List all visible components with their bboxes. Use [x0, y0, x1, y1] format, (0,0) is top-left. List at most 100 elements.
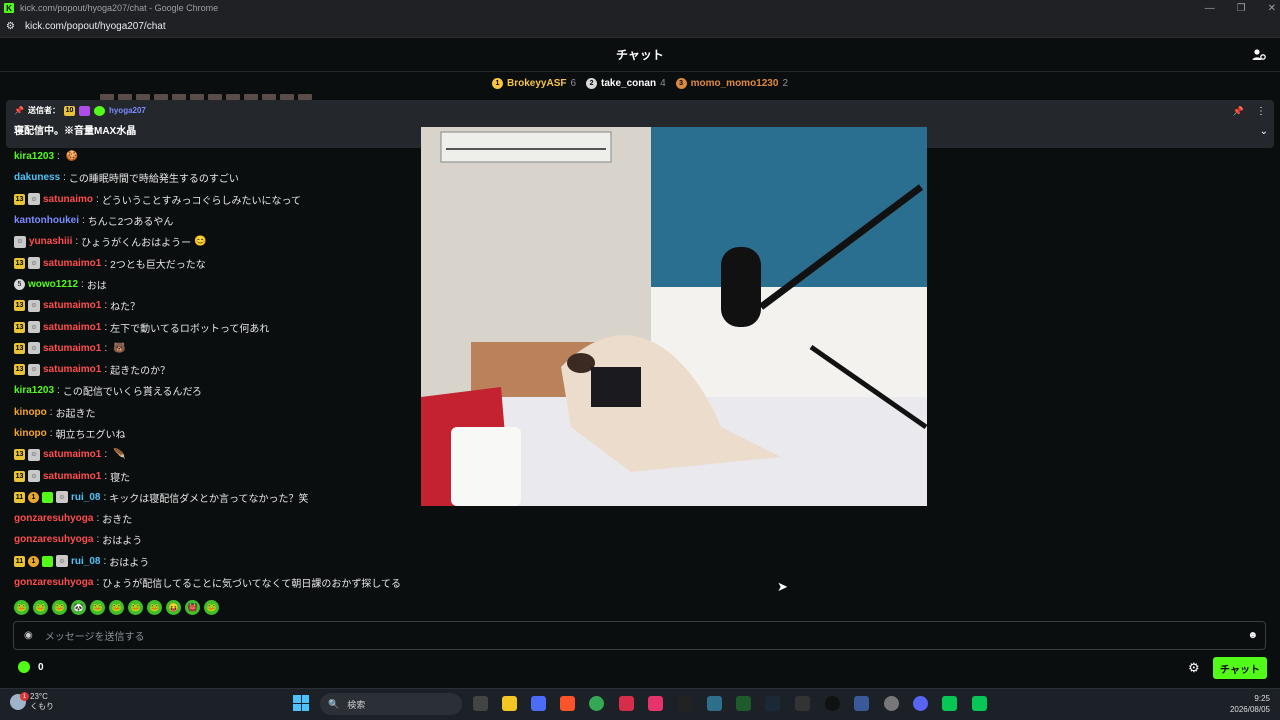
clock-time: 9:25 — [1254, 694, 1270, 703]
chat-username[interactable]: kira1203 — [14, 385, 54, 396]
chat-username[interactable]: kinopo — [14, 428, 47, 439]
kick-favicon-icon: K — [4, 3, 14, 13]
chat-username[interactable]: wowo1212 — [28, 279, 78, 290]
chat-message-text: ひょうがくんおはようー — [81, 238, 192, 250]
emoji-picker-icon[interactable]: ☻ — [1247, 630, 1258, 641]
user-badge-icon: ☺ — [28, 193, 40, 206]
chat-message-text: 左下で動いてるロボットって何あれ — [110, 323, 270, 335]
chat-message-text: おはよう — [109, 557, 150, 569]
chat-message-text: 寝た — [110, 472, 131, 484]
subscriber-badge: 13 — [14, 257, 25, 269]
verified-badge-icon — [93, 105, 105, 116]
quick-emote-icon[interactable]: 🐸 — [33, 600, 48, 615]
pinned-label: 送信者： — [27, 106, 60, 115]
pin-small-icon: 📌 — [14, 106, 24, 115]
line-icon[interactable] — [942, 696, 957, 711]
quick-emote-icon[interactable]: 🐸 — [147, 600, 162, 615]
chat-message-text: 起きたのか？ — [110, 366, 171, 378]
app-icon[interactable] — [707, 696, 722, 711]
steam-icon[interactable] — [765, 696, 780, 711]
gift-badge-icon — [42, 491, 53, 503]
chat-username[interactable]: rui_08 — [71, 492, 100, 503]
app-icon[interactable] — [678, 696, 693, 711]
leaderboard-item[interactable]: 3 momo_momo1230 2 — [675, 77, 788, 89]
chat-username[interactable]: satumaimo1 — [43, 300, 101, 311]
chat-username[interactable]: satumaimo1 — [43, 449, 101, 460]
leaderboard-username[interactable]: take_conan — [601, 78, 656, 89]
chat-username[interactable]: satumaimo1 — [43, 471, 101, 482]
chrome-icon[interactable] — [589, 696, 604, 711]
taskbar-search-placeholder[interactable]: 検索 — [347, 698, 365, 711]
stream-video-player[interactable] — [421, 127, 927, 506]
chat-username[interactable]: gonzaresuhyoga — [14, 513, 93, 524]
quick-emote-icon[interactable]: 🐸 — [90, 600, 105, 615]
chat-username[interactable]: satumaimo1 — [43, 258, 101, 269]
send-chat-button[interactable]: チャット — [1213, 657, 1267, 679]
points-icon — [18, 661, 30, 673]
quick-emote-icon[interactable]: 🐸 — [128, 600, 143, 615]
chat-message-text: おきた — [102, 515, 133, 527]
channel-points[interactable]: 0 — [18, 661, 44, 673]
quick-emote-icon[interactable]: 🐸 — [52, 600, 67, 615]
taskbar-clock[interactable]: 9:25 2026/08/05 — [1222, 693, 1270, 715]
chat-username[interactable]: satumaimo1 — [43, 322, 101, 333]
weather-widget[interactable]: 1 23°C くもり — [10, 692, 54, 712]
task-view-icon[interactable] — [473, 696, 488, 711]
quick-emote-icon[interactable]: 🐸 — [14, 600, 29, 615]
chevron-down-icon[interactable]: ⌄ — [1260, 126, 1268, 137]
site-info-icon[interactable]: ⚙ — [6, 21, 15, 32]
chat-username[interactable]: kantonhoukei — [14, 215, 79, 226]
pin-icon[interactable]: 📌 — [1233, 106, 1244, 117]
rank-badge: 1 — [492, 77, 503, 89]
chat-username[interactable]: satumaimo1 — [43, 343, 101, 354]
app-icon[interactable] — [854, 696, 869, 711]
app-icon[interactable] — [795, 696, 810, 711]
more-options-icon[interactable]: ⋮ — [1256, 106, 1266, 117]
quick-emote-icon[interactable]: 🐸 — [204, 600, 219, 615]
record-icon[interactable]: ◉ — [24, 630, 33, 641]
chat-username[interactable]: kinopo — [14, 407, 47, 418]
minimize-icon[interactable]: — — [1205, 3, 1215, 14]
weather-temp: 23°C — [30, 692, 48, 701]
chat-username[interactable]: rui_08 — [71, 556, 100, 567]
taskbar-search[interactable]: 🔍 検索 — [320, 693, 462, 715]
clock-date: 2026/08/05 — [1229, 705, 1270, 714]
chat-username[interactable]: satunaimo — [43, 194, 93, 205]
app-icon[interactable] — [531, 696, 546, 711]
settings-app-icon[interactable] — [884, 696, 899, 711]
chat-message-text: この配信でいくら貰えるんだろ — [62, 387, 202, 399]
user-settings-icon[interactable] — [1252, 48, 1268, 62]
quick-emote-icon[interactable]: 🐸 — [109, 600, 124, 615]
quick-emote-icon[interactable]: 👹 — [185, 600, 200, 615]
quick-emote-icon[interactable]: 🐼 — [71, 600, 86, 615]
pinned-username[interactable]: hyoga207 — [109, 106, 146, 115]
address-bar[interactable]: ⚙ kick.com/popout/hyoga207/chat — [0, 16, 1280, 38]
chat-message-text: おは — [86, 280, 107, 292]
leaderboard-item[interactable]: 2 take_conan 4 — [586, 77, 666, 89]
leaderboard-item[interactable]: 1 BrokeyyASF 6 — [492, 77, 576, 89]
url-text[interactable]: kick.com/popout/hyoga207/chat — [25, 21, 166, 32]
restore-icon[interactable]: ❐ — [1237, 3, 1246, 14]
chat-input[interactable]: ◉ メッセージを送信する — [13, 621, 1266, 650]
app-icon[interactable] — [619, 696, 634, 711]
windows-start-icon[interactable] — [293, 695, 309, 711]
chat-username[interactable]: gonzaresuhyoga — [14, 534, 93, 545]
close-icon[interactable]: ✕ — [1268, 3, 1276, 14]
file-explorer-icon[interactable] — [502, 696, 517, 711]
chat-settings-gear-icon[interactable]: ⚙ — [1188, 660, 1200, 676]
app-icon[interactable] — [736, 696, 751, 711]
leaderboard-username[interactable]: momo_momo1230 — [691, 78, 779, 89]
chat-username[interactable]: yunashiii — [29, 236, 72, 247]
leaderboard-username[interactable]: BrokeyyASF — [507, 78, 566, 89]
brave-browser-icon[interactable] — [560, 696, 575, 711]
tiktok-icon[interactable] — [648, 696, 663, 711]
chat-username[interactable]: satumaimo1 — [43, 364, 101, 375]
app-icon[interactable] — [825, 696, 840, 711]
quick-emote-icon[interactable]: 😝 — [166, 600, 181, 615]
discord-icon[interactable] — [913, 696, 928, 711]
chat-input-placeholder[interactable]: メッセージを送信する — [45, 628, 145, 643]
chat-username[interactable]: kira1203 — [14, 151, 54, 162]
chat-username[interactable]: gonzaresuhyoga — [14, 577, 93, 588]
line-icon[interactable] — [972, 696, 987, 711]
chat-username[interactable]: dakuness — [14, 172, 60, 183]
